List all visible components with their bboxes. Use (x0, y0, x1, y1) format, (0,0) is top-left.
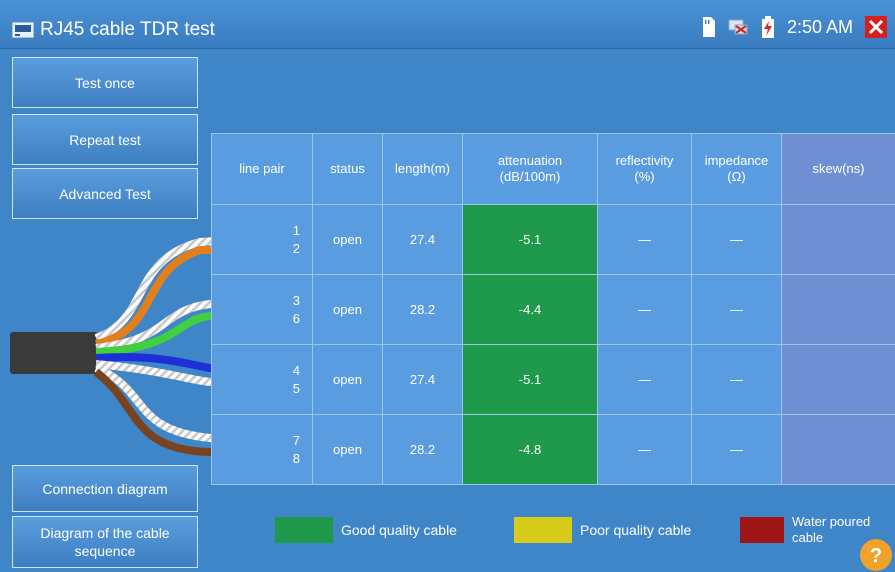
length-cell: 28.2 (382, 274, 463, 345)
advanced-test-label: Advanced Test (59, 185, 151, 202)
reflectivity-cell: — (597, 414, 692, 485)
pair-number-b: 6 (292, 310, 300, 326)
svg-text:?: ? (870, 545, 882, 567)
tdr-results-table: line pair status length(m) attenuation (… (211, 133, 895, 485)
pair-number-b: 5 (292, 380, 300, 396)
pair-number-a: 4 (292, 362, 300, 378)
header-status: status (312, 133, 383, 205)
skew-cell (781, 204, 895, 275)
battery-charging-icon (761, 16, 774, 38)
table-row: 7 8 open 28.2 -4.8 — — (211, 414, 895, 485)
pair-number-a: 1 (292, 222, 300, 238)
clock: 2:50 AM (786, 16, 853, 37)
pair-number-b: 2 (292, 240, 300, 256)
page-title: RJ45 cable TDR test (40, 19, 215, 40)
status-cell: open (312, 204, 383, 275)
length-cell: 27.4 (382, 344, 463, 415)
close-icon[interactable] (865, 16, 887, 38)
connection-diagram-button[interactable]: Connection diagram (12, 465, 198, 512)
table-header-row: line pair status length(m) attenuation (… (211, 133, 895, 205)
legend-swatch-poor (514, 517, 572, 543)
repeat-test-button[interactable]: Repeat test (12, 114, 198, 165)
length-cell: 28.2 (382, 414, 463, 485)
attenuation-cell: -4.8 (462, 414, 598, 485)
tester-app-icon (12, 22, 34, 38)
title-bar: RJ45 cable TDR test 2:50 AM (0, 0, 895, 49)
reflectivity-cell: — (597, 274, 692, 345)
impedance-cell: — (691, 414, 782, 485)
skew-cell (781, 274, 895, 345)
header-attenuation-line1: attenuation (497, 153, 563, 168)
attenuation-cell: -5.1 (462, 344, 598, 415)
legend-poor-quality: Poor quality cable (514, 510, 691, 550)
header-length: length(m) (382, 133, 463, 205)
header-impedance: impedance (Ω) (691, 133, 782, 205)
connection-diagram-label: Connection diagram (42, 480, 168, 497)
header-impedance-line2: (Ω) (727, 169, 746, 184)
status-area: 2:50 AM (701, 16, 887, 38)
impedance-cell: — (691, 274, 782, 345)
header-reflectivity: reflectivity (%) (597, 133, 692, 205)
repeat-test-label: Repeat test (69, 131, 141, 148)
header-impedance-line1: impedance (704, 153, 769, 168)
pair-number-a: 3 (292, 292, 300, 308)
test-once-label: Test once (75, 74, 135, 91)
cable-sequence-label: Diagram of the cable sequence (40, 525, 170, 559)
sd-card-icon (702, 17, 715, 37)
legend-water-line2: cable (792, 530, 824, 545)
skew-cell (781, 414, 895, 485)
header-line-pair: line pair (211, 133, 313, 205)
status-cell: open (312, 344, 383, 415)
skew-cell (781, 344, 895, 415)
legend-water-poured: Water poured cable (740, 510, 870, 550)
test-once-button[interactable]: Test once (12, 57, 198, 108)
table-row: 4 5 open 27.4 -5.1 — — (211, 344, 895, 415)
pair-number-a: 7 (292, 432, 300, 448)
legend-water-line1: Water poured (792, 514, 871, 529)
header-reflectivity-line2: (%) (634, 169, 655, 184)
attenuation-cell: -4.4 (462, 274, 598, 345)
legend-poor-label: Poor quality cable (580, 522, 692, 538)
advanced-test-button[interactable]: Advanced Test (12, 168, 198, 219)
legend-swatch-good (275, 517, 333, 543)
help-icon[interactable]: ? (856, 535, 892, 571)
header-attenuation: attenuation (dB/100m) (462, 133, 598, 205)
line-pair-cell: 4 5 (211, 344, 313, 415)
table-row: 1 2 open 27.4 -5.1 — — (211, 204, 895, 275)
pair-number-b: 8 (292, 450, 300, 466)
reflectivity-cell: — (597, 204, 692, 275)
line-pair-cell: 1 2 (211, 204, 313, 275)
header-attenuation-line2: (dB/100m) (499, 169, 561, 184)
impedance-cell: — (691, 344, 782, 415)
table-row: 3 6 open 28.2 -4.4 — — (211, 274, 895, 345)
line-pair-cell: 3 6 (211, 274, 313, 345)
impedance-cell: — (691, 204, 782, 275)
cable-sequence-button[interactable]: Diagram of the cable sequence (12, 516, 198, 568)
network-icon (728, 19, 748, 35)
header-reflectivity-line1: reflectivity (615, 153, 674, 168)
cable-jacket (10, 332, 98, 374)
legend-good-label: Good quality cable (341, 522, 457, 538)
attenuation-cell: -5.1 (462, 204, 598, 275)
header-skew: skew(ns) (781, 133, 895, 205)
status-cell: open (312, 414, 383, 485)
legend-good-quality: Good quality cable (275, 510, 457, 550)
line-pair-cell: 7 8 (211, 414, 313, 485)
reflectivity-cell: — (597, 344, 692, 415)
length-cell: 27.4 (382, 204, 463, 275)
status-cell: open (312, 274, 383, 345)
legend-swatch-water (740, 517, 784, 543)
